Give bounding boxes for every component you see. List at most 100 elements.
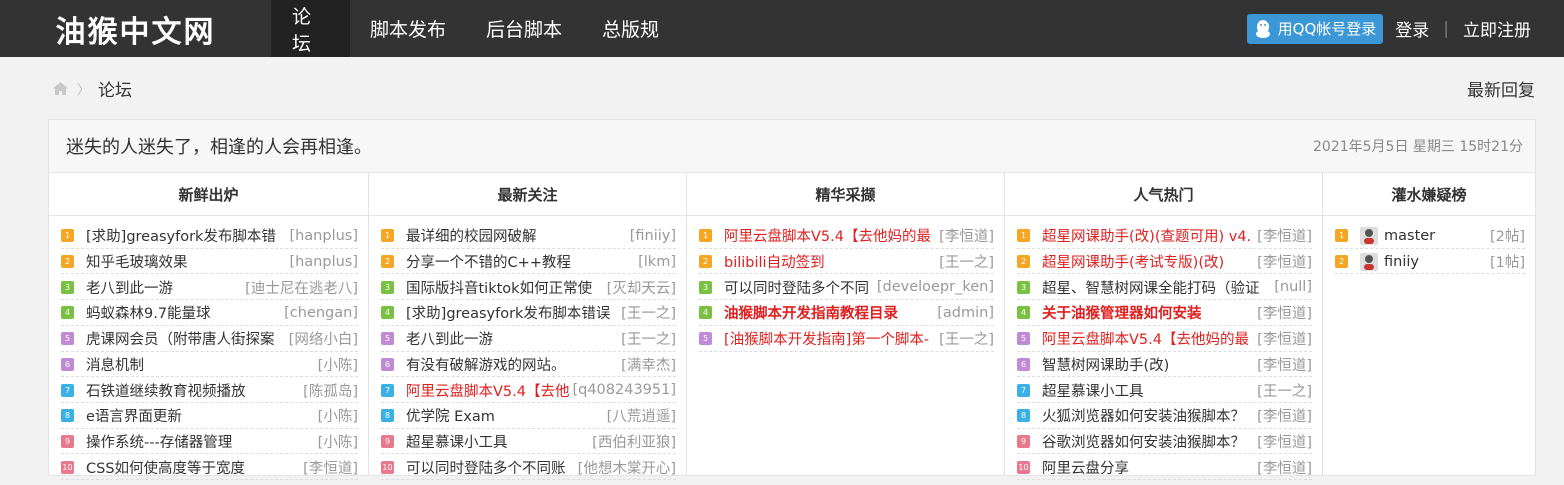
author-link[interactable]: [hanplus] — [289, 254, 358, 270]
forum-portal-box: 迷失的人迷失了，相逢的人会再相逢。 2021年5月5日 星期三 15时21分 新… — [48, 119, 1536, 480]
author-link[interactable]: [李恒道] — [1257, 405, 1312, 426]
login-link[interactable]: 登录 — [1395, 16, 1429, 41]
thread-title-link[interactable]: 操作系统---存储器管理 — [86, 431, 316, 452]
user-link[interactable]: master — [1384, 228, 1488, 244]
author-link[interactable]: [他想木棠开心] — [578, 457, 676, 478]
author-link[interactable]: [李恒道] — [1257, 328, 1312, 349]
thread-title-link[interactable]: 蚂蚁森林9.7能量球 — [86, 302, 282, 323]
author-link[interactable]: [灭却天云] — [607, 277, 676, 298]
author-link[interactable]: [小陈] — [318, 405, 358, 426]
site-logo[interactable]: 油猴中文网 — [0, 7, 271, 51]
thread-title-link[interactable]: 有没有破解游戏的网站。 — [406, 354, 619, 375]
author-link[interactable]: [满幸杰] — [621, 354, 676, 375]
rank-badge: 8 — [381, 409, 394, 423]
thread-title-link[interactable]: 虎课网会员（附带唐人街探案 — [86, 328, 287, 349]
post-count: [2帖] — [1489, 229, 1525, 246]
author-link[interactable]: [李恒道] — [1257, 302, 1312, 323]
thread-title-link[interactable]: bilibili自动签到 — [724, 251, 937, 272]
thread-title-link[interactable]: 石铁道继续教育视频播放 — [86, 380, 301, 401]
author-link[interactable]: [李恒道] — [939, 225, 994, 246]
author-link[interactable]: [chengan] — [284, 305, 358, 321]
nav-backend-script[interactable]: 后台脚本 — [466, 0, 582, 57]
thread-title-link[interactable]: 优学院 Exam — [406, 405, 605, 426]
avatar[interactable] — [1360, 252, 1378, 271]
thread-title-link[interactable]: 分享一个不错的C++教程 — [406, 251, 636, 272]
author-link[interactable]: [李恒道] — [1257, 457, 1312, 478]
breadcrumb-current[interactable]: 论坛 — [98, 76, 132, 101]
thread-title-link[interactable]: 阿里云盘脚本V5.4【去他妈的最 — [1042, 328, 1255, 349]
thread-title-link[interactable]: 阿里云盘分享 — [1042, 457, 1255, 478]
author-link[interactable]: [q408243951] — [572, 382, 676, 398]
nav-forum[interactable]: 论坛 — [271, 0, 350, 57]
rank-badge: 10 — [381, 460, 394, 474]
author-link[interactable]: [八荒逍遥] — [607, 405, 676, 426]
author-link[interactable]: [王一之] — [939, 251, 994, 272]
author-link[interactable]: [李恒道] — [1257, 354, 1312, 375]
author-link[interactable]: [李恒道] — [1257, 431, 1312, 452]
thread-title-link[interactable]: 火狐浏览器如何安装油猴脚本？ — [1042, 405, 1255, 426]
list-item: 10 CSS如何使高度等于宽度 [李恒道] — [61, 455, 358, 480]
thread-list: 1 阿里云盘脚本V5.4【去他妈的最 [李恒道] 2 bilibili自动签到 [王一之]… — [687, 216, 1004, 352]
latest-reply-link[interactable]: 最新回复 — [1467, 76, 1535, 101]
author-link[interactable]: [王一之] — [621, 328, 676, 349]
thread-title-link[interactable]: e语言界面更新 — [86, 405, 316, 426]
thread-title-link[interactable]: 关于油猴管理器如何安装 — [1042, 302, 1255, 323]
rank-badge: 6 — [61, 357, 74, 371]
author-link[interactable]: [null] — [1274, 279, 1312, 295]
author-link[interactable]: [李恒道] — [1257, 225, 1312, 246]
rank-badge: 3 — [381, 280, 394, 294]
author-link[interactable]: [迪士尼在逃老八] — [245, 277, 358, 298]
thread-title-link[interactable]: 油猴脚本开发指南教程目录 — [724, 302, 935, 323]
column-title: 新鲜出炉 — [49, 173, 368, 216]
thread-title-link[interactable]: 国际版抖音tiktok如何正常使 — [406, 277, 605, 298]
thread-title-link[interactable]: 超星网课助手(考试专版)(改) — [1042, 251, 1255, 272]
author-link[interactable]: [finiiy] — [630, 228, 676, 244]
author-link[interactable]: [陈孤岛] — [303, 380, 358, 401]
thread-title-link[interactable]: [求助]greasyfork发布脚本错误 — [406, 302, 619, 323]
column-featured: 精华采撷 1 阿里云盘脚本V5.4【去他妈的最 [李恒道] 2 bilibili自动签到[… — [687, 173, 1005, 475]
author-link[interactable]: [李恒道] — [303, 457, 358, 478]
home-icon[interactable] — [52, 81, 69, 96]
user-link[interactable]: finiiy — [1384, 254, 1488, 270]
thread-title-link[interactable]: 最详细的校园网破解 — [406, 225, 628, 246]
author-link[interactable]: [lkm] — [638, 254, 676, 270]
thread-title-link[interactable]: 智慧树网课助手(改) — [1042, 354, 1255, 375]
thread-title-link[interactable]: 老八到此一游 — [86, 277, 243, 298]
thread-title-link[interactable]: 阿里云盘脚本V5.4【去他 — [406, 380, 570, 401]
qq-login-button[interactable]: 用QQ帐号登录 — [1246, 13, 1384, 44]
thread-title-link[interactable]: 老八到此一游 — [406, 328, 619, 349]
thread-title-link[interactable]: 超星慕课小工具 — [406, 431, 590, 452]
thread-title-link[interactable]: 阿里云盘脚本V5.4【去他妈的最 — [724, 225, 937, 246]
author-link[interactable]: [网络小白] — [289, 328, 358, 349]
author-link[interactable]: [develoepr_ken] — [877, 279, 994, 295]
register-link[interactable]: 立即注册 — [1463, 16, 1531, 41]
thread-title-link[interactable]: 知乎毛玻璃效果 — [86, 251, 287, 272]
nav-rules[interactable]: 总版规 — [582, 0, 679, 57]
thread-title-link[interactable]: CSS如何使高度等于宽度 — [86, 457, 301, 478]
rank-badge: 8 — [61, 409, 74, 423]
thread-title-link[interactable]: 可以同时登陆多个不同 — [724, 277, 875, 298]
avatar[interactable] — [1360, 226, 1378, 245]
auth-area: 用QQ帐号登录 登录 | 立即注册 — [1246, 0, 1531, 57]
author-link[interactable]: [小陈] — [318, 354, 358, 375]
thread-title-link[interactable]: 谷歌浏览器如何安装油猴脚本？ — [1042, 431, 1255, 452]
rank-badge: 5 — [61, 332, 74, 346]
thread-title-link[interactable]: 消息机制 — [86, 354, 316, 375]
thread-title-link[interactable]: 超星慕课小工具 — [1042, 380, 1255, 401]
author-link[interactable]: [admin] — [937, 305, 994, 321]
thread-title-link[interactable]: [油猴脚本开发指南]第一个脚本- — [724, 328, 937, 349]
author-link[interactable]: [西伯利亚狼] — [592, 431, 676, 452]
thread-title-link[interactable]: [求助]greasyfork发布脚本错 — [86, 225, 287, 246]
author-link[interactable]: [王一之] — [621, 302, 676, 323]
author-link[interactable]: [小陈] — [318, 431, 358, 452]
author-link[interactable]: [王一之] — [939, 328, 994, 349]
thread-list: 1 最详细的校园网破解 [finiiy] 2 分享一个不错的C++教程 [lkm] 3 国际版… — [369, 216, 686, 480]
thread-title-link[interactable]: 可以同时登陆多个不同账 — [406, 457, 576, 478]
author-link[interactable]: [hanplus] — [289, 228, 358, 244]
thread-title-link[interactable]: 超星网课助手(改)(查题可用) v4. — [1042, 225, 1255, 246]
rank-badge: 4 — [1017, 306, 1030, 320]
nav-script-publish[interactable]: 脚本发布 — [350, 0, 466, 57]
author-link[interactable]: [李恒道] — [1257, 251, 1312, 272]
author-link[interactable]: [王一之] — [1257, 380, 1312, 401]
thread-title-link[interactable]: 超星、智慧树网课全能打码（验证 — [1042, 277, 1272, 298]
